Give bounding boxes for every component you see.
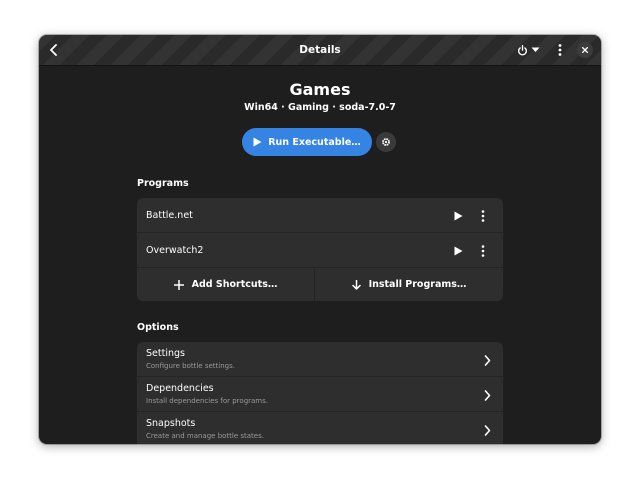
vertical-dots-icon <box>481 245 485 257</box>
programs-heading: Programs <box>137 178 189 189</box>
options-card: Settings Configure bottle settings. Depe… <box>137 342 503 444</box>
option-title: Settings <box>146 348 185 359</box>
plus-icon <box>173 279 184 290</box>
main-menu-button[interactable] <box>549 39 571 61</box>
chevron-right-icon <box>481 353 493 367</box>
add-shortcuts-button[interactable]: Add Shortcuts… <box>137 268 314 301</box>
play-icon <box>253 137 262 147</box>
header-bar: Details <box>39 35 601 66</box>
chevron-right-icon <box>481 423 493 437</box>
program-menu-button[interactable] <box>475 243 491 259</box>
close-icon <box>582 47 588 53</box>
program-row-battle-net[interactable]: Battle.net <box>137 198 503 233</box>
caret-down-icon <box>531 47 539 52</box>
power-icon <box>517 44 527 55</box>
program-row-overwatch2[interactable]: Overwatch2 <box>137 233 503 268</box>
install-programs-label: Install Programs… <box>368 279 467 290</box>
vertical-dots-icon <box>481 210 485 222</box>
option-row-snapshots[interactable]: Snapshots Create and manage bottle state… <box>137 412 503 444</box>
add-shortcuts-label: Add Shortcuts… <box>191 279 278 290</box>
option-subtitle: Configure bottle settings. <box>146 362 235 370</box>
bottle-name: Games <box>289 80 351 99</box>
option-title: Dependencies <box>146 383 214 394</box>
install-programs-button[interactable]: Install Programs… <box>315 268 503 301</box>
vertical-dots-icon <box>558 44 562 56</box>
option-subtitle: Install dependencies for programs. <box>146 397 268 405</box>
program-menu-button[interactable] <box>475 208 491 224</box>
option-row-settings[interactable]: Settings Configure bottle settings. <box>137 342 503 377</box>
details-page: Games Win64 · Gaming · soda-7.0-7 Run Ex… <box>39 66 601 444</box>
options-heading: Options <box>137 322 179 333</box>
option-row-dependencies[interactable]: Dependencies Install dependencies for pr… <box>137 377 503 412</box>
run-program-button[interactable] <box>450 208 466 224</box>
play-icon <box>454 211 462 221</box>
close-button[interactable] <box>577 42 593 58</box>
gear-icon <box>382 138 390 146</box>
bottle-subtitle: Win64 · Gaming · soda-7.0-7 <box>244 102 396 113</box>
option-subtitle: Create and manage bottle states. <box>146 432 264 440</box>
run-executable-label: Run Executable… <box>268 136 361 148</box>
option-title: Snapshots <box>146 418 196 429</box>
power-menu-button[interactable] <box>513 39 543 61</box>
program-name: Overwatch2 <box>146 245 204 256</box>
run-program-button[interactable] <box>450 243 466 259</box>
run-executable-button[interactable]: Run Executable… <box>242 128 372 156</box>
program-name: Battle.net <box>146 210 193 221</box>
run-settings-button[interactable] <box>376 132 396 152</box>
chevron-right-icon <box>481 388 493 402</box>
app-window: Details Games Win64 · Gaming · soda-7.0-… <box>39 35 601 444</box>
play-icon <box>454 246 462 256</box>
programs-card: Battle.net Overwatch2 Add Shortcuts… Ins… <box>137 198 503 301</box>
arrow-down-icon <box>351 279 361 290</box>
